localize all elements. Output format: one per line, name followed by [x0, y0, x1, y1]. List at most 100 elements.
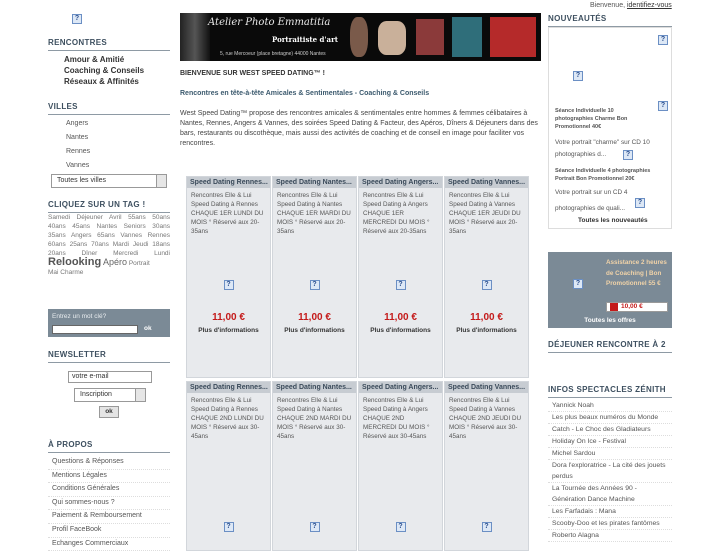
rencontres-item-coaching[interactable]: Coaching & Conseils — [48, 65, 170, 76]
tag-apero[interactable]: Apéro — [103, 257, 127, 267]
tags-heading: CLIQUEZ SUR UN TAG ! — [48, 200, 170, 213]
spectacle-item[interactable]: Holiday On Ice - Festival — [548, 436, 672, 448]
spectacle-item[interactable]: Scooby-Doo et les pirates fantômes — [548, 518, 672, 530]
nouveaute-1-desc: Votre portrait "charme" sur CD 10 photog… — [555, 139, 650, 158]
nouveautes-heading: NOUVEAUTÉS — [548, 14, 672, 27]
rencontres-item-reseaux[interactable]: Réseaux & Affinités — [48, 76, 170, 87]
villes-select[interactable]: Toutes les villes — [51, 174, 167, 188]
event-title[interactable]: Speed Dating Nantes... — [273, 382, 356, 393]
apropos-item-about[interactable]: Qui sommes-nous ? — [48, 497, 170, 511]
spectacle-item[interactable]: Les Farfadais : Mana — [548, 506, 672, 518]
nouveaute-2-desc: Votre portrait sur un CD 4 photographies… — [555, 189, 628, 212]
banner-photo-3 — [416, 19, 444, 55]
event-card[interactable]: Speed Dating Angers... Rencontres Elle &… — [358, 381, 443, 551]
ville-rennes[interactable]: Rennes — [48, 145, 170, 159]
broken-image-icon[interactable]: ? — [395, 522, 406, 532]
apropos-item-facebook[interactable]: Profil FaceBook — [48, 524, 170, 538]
login-bar: Bienvenue, identifiez-vous — [590, 2, 672, 9]
newsletter-select[interactable]: Inscription — [74, 388, 146, 402]
apropos-list: Questions & Réponses Mentions Légales Co… — [48, 456, 170, 551]
event-desc: Rencontres Elle & Lui Speed Dating à Van… — [449, 192, 521, 235]
event-card[interactable]: Speed Dating Nantes... Rencontres Elle &… — [272, 381, 357, 551]
more-info-link[interactable]: Plus d'informations — [445, 327, 528, 334]
event-title[interactable]: Speed Dating Angers... — [359, 177, 442, 188]
promo-offer-title[interactable]: Assistance 2 heures de Coaching | Bon Pr… — [606, 258, 670, 290]
event-card[interactable]: Speed Dating Nantes... Rencontres Elle &… — [272, 176, 357, 378]
banner-photo-5 — [490, 17, 536, 57]
dejeuner-heading[interactable]: DÉJEUNER RENCONTRE À 2 — [548, 340, 672, 353]
broken-image-icon[interactable]: ? — [309, 280, 320, 290]
event-title[interactable]: Speed Dating Vannes... — [445, 382, 528, 393]
broken-image-icon[interactable]: ? — [395, 280, 406, 290]
broken-image-icon[interactable]: ? — [223, 280, 234, 290]
event-card[interactable]: Speed Dating Rennes... Rencontres Elle &… — [186, 381, 271, 551]
apropos-item-paiement[interactable]: Paiement & Remboursement — [48, 510, 170, 524]
ville-vannes[interactable]: Vannes — [48, 159, 170, 173]
tag-mai-charme[interactable]: Mai Charme — [48, 269, 83, 276]
spectacle-item[interactable]: Michel Sardou — [548, 448, 672, 460]
broken-image-icon[interactable]: ? — [481, 280, 492, 290]
spectacle-item[interactable]: Les plus beaux numéros du Monde — [548, 412, 672, 424]
newsletter-ok-button[interactable]: ok — [99, 406, 119, 418]
spectacle-item[interactable]: Dora l'exploratrice - La cité des jouets… — [548, 460, 672, 483]
spectacle-item[interactable]: Roberto Alagna — [548, 530, 672, 542]
event-title[interactable]: Speed Dating Angers... — [359, 382, 442, 393]
broken-image-icon[interactable]: ? — [573, 71, 583, 81]
tag-portrait[interactable]: Portrait — [129, 260, 150, 267]
promo-offer-box[interactable]: ? Assistance 2 heures de Coaching | Bon … — [548, 252, 672, 328]
event-title[interactable]: Speed Dating Vannes... — [445, 177, 528, 188]
event-card[interactable]: Speed Dating Rennes... Rencontres Elle &… — [186, 176, 271, 378]
event-title[interactable]: Speed Dating Rennes... — [187, 177, 270, 188]
event-card[interactable]: Speed Dating Vannes... Rencontres Elle &… — [444, 176, 529, 378]
event-title[interactable]: Speed Dating Rennes... — [187, 382, 270, 393]
intro-paragraph: West Speed Dating™ propose des rencontre… — [180, 110, 538, 147]
event-price: 11,00 € — [384, 312, 417, 323]
search-label: Entrez un mot clé? — [52, 313, 107, 320]
apropos-item-mentions[interactable]: Mentions Légales — [48, 470, 170, 484]
broken-image-icon[interactable]: ? — [481, 522, 492, 532]
chevron-down-icon — [156, 175, 166, 187]
banner-subtitle: Portraitiste d'art — [272, 35, 339, 44]
event-card[interactable]: Speed Dating Vannes... Rencontres Elle &… — [444, 381, 529, 551]
ville-angers[interactable]: Angers — [48, 117, 170, 131]
broken-image-icon[interactable]: ? — [309, 522, 320, 532]
welcome-title: BIENVENUE SUR WEST SPEED DATING™ ! — [180, 70, 325, 77]
apropos-item-faq[interactable]: Questions & Réponses — [48, 456, 170, 470]
broken-image-icon[interactable]: ? — [635, 198, 645, 208]
ville-nantes[interactable]: Nantes — [48, 131, 170, 145]
tag-cloud-words[interactable]: Samedi Déjeuner Avril 55ans 50ans 40ans … — [48, 214, 170, 257]
spectacle-item[interactable]: Catch - Le Choc des Gladiateurs — [548, 424, 672, 436]
search-input[interactable] — [52, 325, 138, 334]
promo-price: 10,00 € — [621, 303, 643, 310]
rencontres-item-amour[interactable]: Amour & Amitié — [48, 54, 170, 65]
broken-image-icon[interactable]: ? — [573, 279, 583, 289]
newsletter-email-input[interactable]: votre e-mail — [68, 371, 152, 383]
spectacle-item[interactable]: Yannick Noah — [548, 400, 672, 412]
event-desc: Rencontres Elle & Lui Speed Dating à Ang… — [363, 397, 430, 440]
event-card[interactable]: Speed Dating Angers... Rencontres Elle &… — [358, 176, 443, 378]
login-link[interactable]: identifiez-vous — [627, 2, 672, 9]
all-new-link[interactable]: Toutes les nouveautés — [578, 217, 648, 224]
broken-image-icon[interactable]: ? — [658, 101, 668, 111]
promo-banner[interactable]: Atelier Photo Emmatitia Portraitiste d'a… — [180, 13, 541, 61]
apropos-item-conditions[interactable]: Conditions Générales — [48, 483, 170, 497]
more-info-link[interactable]: Plus d'informations — [273, 327, 356, 334]
broken-image-icon[interactable]: ? — [658, 35, 668, 45]
tag-relooking[interactable]: Relooking — [48, 256, 101, 268]
apropos-item-echanges[interactable]: Echanges Commerciaux — [48, 538, 170, 551]
nouveaute-1-title[interactable]: Séance Individuelle 10 photographies Cha… — [555, 107, 651, 131]
spectacle-item[interactable]: La Tournée des Années 90 - Génération Da… — [548, 483, 672, 506]
broken-image-icon[interactable]: ? — [623, 150, 633, 160]
broken-image-icon[interactable]: ? — [223, 522, 234, 532]
more-info-link[interactable]: Plus d'informations — [359, 327, 442, 334]
nouveaute-2-title[interactable]: Séance Individuelle 4 photographies Port… — [555, 167, 667, 183]
event-desc: Rencontres Elle & Lui Speed Dating à Nan… — [277, 397, 352, 440]
newsletter-heading: NEWSLETTER — [48, 350, 170, 363]
all-offers-link[interactable]: Toutes les offres — [548, 317, 672, 324]
search-button[interactable]: ok — [144, 325, 164, 332]
tag-cloud: Samedi Déjeuner Avril 55ans 50ans 40ans … — [48, 213, 170, 277]
event-title[interactable]: Speed Dating Nantes... — [273, 177, 356, 188]
apropos-heading: À PROPOS — [48, 440, 170, 453]
promo-price-marker — [610, 303, 618, 311]
more-info-link[interactable]: Plus d'informations — [187, 327, 270, 334]
